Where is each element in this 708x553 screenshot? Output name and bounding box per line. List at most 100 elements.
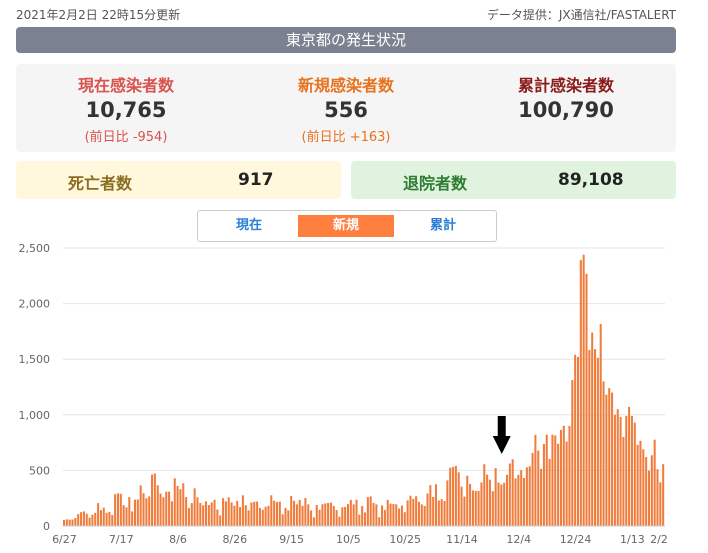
bar[interactable] (511, 459, 514, 526)
bar[interactable] (579, 259, 582, 526)
bar[interactable] (253, 501, 256, 526)
bar[interactable] (281, 514, 284, 526)
bar[interactable] (474, 490, 477, 526)
bar[interactable] (284, 507, 287, 526)
bar[interactable] (88, 517, 91, 526)
bar[interactable] (454, 465, 457, 526)
bar[interactable] (366, 497, 369, 526)
bar[interactable] (491, 491, 494, 526)
bar[interactable] (500, 484, 503, 526)
bar[interactable] (193, 488, 196, 526)
bar[interactable] (523, 477, 526, 526)
bar[interactable] (153, 473, 156, 526)
bar[interactable] (159, 493, 162, 526)
bar[interactable] (565, 441, 568, 526)
bar[interactable] (239, 507, 242, 526)
bar[interactable] (398, 508, 401, 526)
bar[interactable] (71, 519, 74, 526)
bar[interactable] (503, 482, 506, 526)
bar[interactable] (559, 429, 562, 526)
bar[interactable] (551, 434, 554, 526)
bar[interactable] (148, 496, 151, 526)
bar[interactable] (653, 439, 656, 526)
bar[interactable] (647, 470, 650, 526)
bar[interactable] (364, 512, 367, 526)
bar[interactable] (94, 512, 97, 526)
bar[interactable] (190, 503, 193, 526)
bar[interactable] (381, 505, 384, 526)
bar[interactable] (278, 501, 281, 526)
bar[interactable] (102, 507, 105, 526)
bar[interactable] (338, 516, 341, 526)
bar[interactable] (310, 510, 313, 526)
bar[interactable] (324, 503, 327, 526)
bar[interactable] (636, 444, 639, 526)
bar[interactable] (608, 388, 611, 526)
bar[interactable] (332, 506, 335, 526)
bar[interactable] (349, 499, 352, 526)
bar[interactable] (471, 490, 474, 526)
bar[interactable] (616, 409, 619, 526)
bar[interactable] (74, 517, 77, 526)
bar[interactable] (591, 332, 594, 526)
bar[interactable] (378, 517, 381, 526)
bar[interactable] (568, 425, 571, 526)
bar[interactable] (412, 498, 415, 526)
tab-total[interactable]: 累計 (395, 215, 491, 237)
bar[interactable] (505, 474, 509, 526)
bar[interactable] (145, 498, 148, 526)
bar[interactable] (85, 513, 88, 526)
bar[interactable] (204, 501, 208, 526)
bar[interactable] (426, 493, 429, 526)
bar[interactable] (165, 491, 168, 526)
bar[interactable] (122, 505, 125, 526)
bar[interactable] (463, 496, 466, 526)
bar[interactable] (525, 467, 528, 526)
bar[interactable] (480, 482, 483, 526)
bar[interactable] (537, 450, 540, 526)
bar[interactable] (108, 511, 111, 526)
bar[interactable] (128, 497, 131, 526)
bar[interactable] (227, 497, 230, 526)
bar[interactable] (386, 499, 389, 526)
bar[interactable] (216, 509, 219, 526)
bar[interactable] (437, 500, 440, 526)
bar[interactable] (415, 496, 418, 526)
bar[interactable] (650, 455, 653, 526)
bar[interactable] (369, 496, 372, 526)
bar[interactable] (574, 354, 577, 526)
bar[interactable] (199, 502, 202, 526)
bar[interactable] (639, 440, 642, 526)
bar[interactable] (440, 499, 443, 526)
tab-current[interactable]: 現在 (201, 215, 297, 237)
bar[interactable] (170, 501, 173, 526)
bar[interactable] (290, 495, 293, 526)
bar[interactable] (219, 515, 222, 526)
bar[interactable] (139, 485, 142, 526)
bar[interactable] (312, 517, 315, 526)
bar[interactable] (642, 449, 645, 526)
bar[interactable] (275, 501, 279, 526)
bar[interactable] (585, 273, 588, 526)
bar[interactable] (230, 502, 233, 526)
bar[interactable] (358, 514, 361, 526)
bar[interactable] (352, 504, 355, 526)
bar[interactable] (341, 507, 344, 526)
bar[interactable] (168, 491, 171, 526)
bar[interactable] (469, 483, 472, 526)
bar[interactable] (494, 467, 497, 526)
bar[interactable] (571, 379, 574, 526)
bar[interactable] (318, 509, 321, 526)
bar[interactable] (131, 511, 134, 526)
bar[interactable] (264, 506, 267, 526)
bar[interactable] (210, 502, 213, 526)
bar[interactable] (105, 512, 108, 526)
bar[interactable] (80, 512, 83, 526)
bar[interactable] (307, 504, 310, 526)
bar[interactable] (449, 467, 452, 526)
bar[interactable] (196, 497, 199, 526)
bar[interactable] (321, 504, 324, 526)
bar[interactable] (162, 497, 165, 526)
bar[interactable] (548, 458, 551, 526)
bar[interactable] (185, 497, 188, 526)
